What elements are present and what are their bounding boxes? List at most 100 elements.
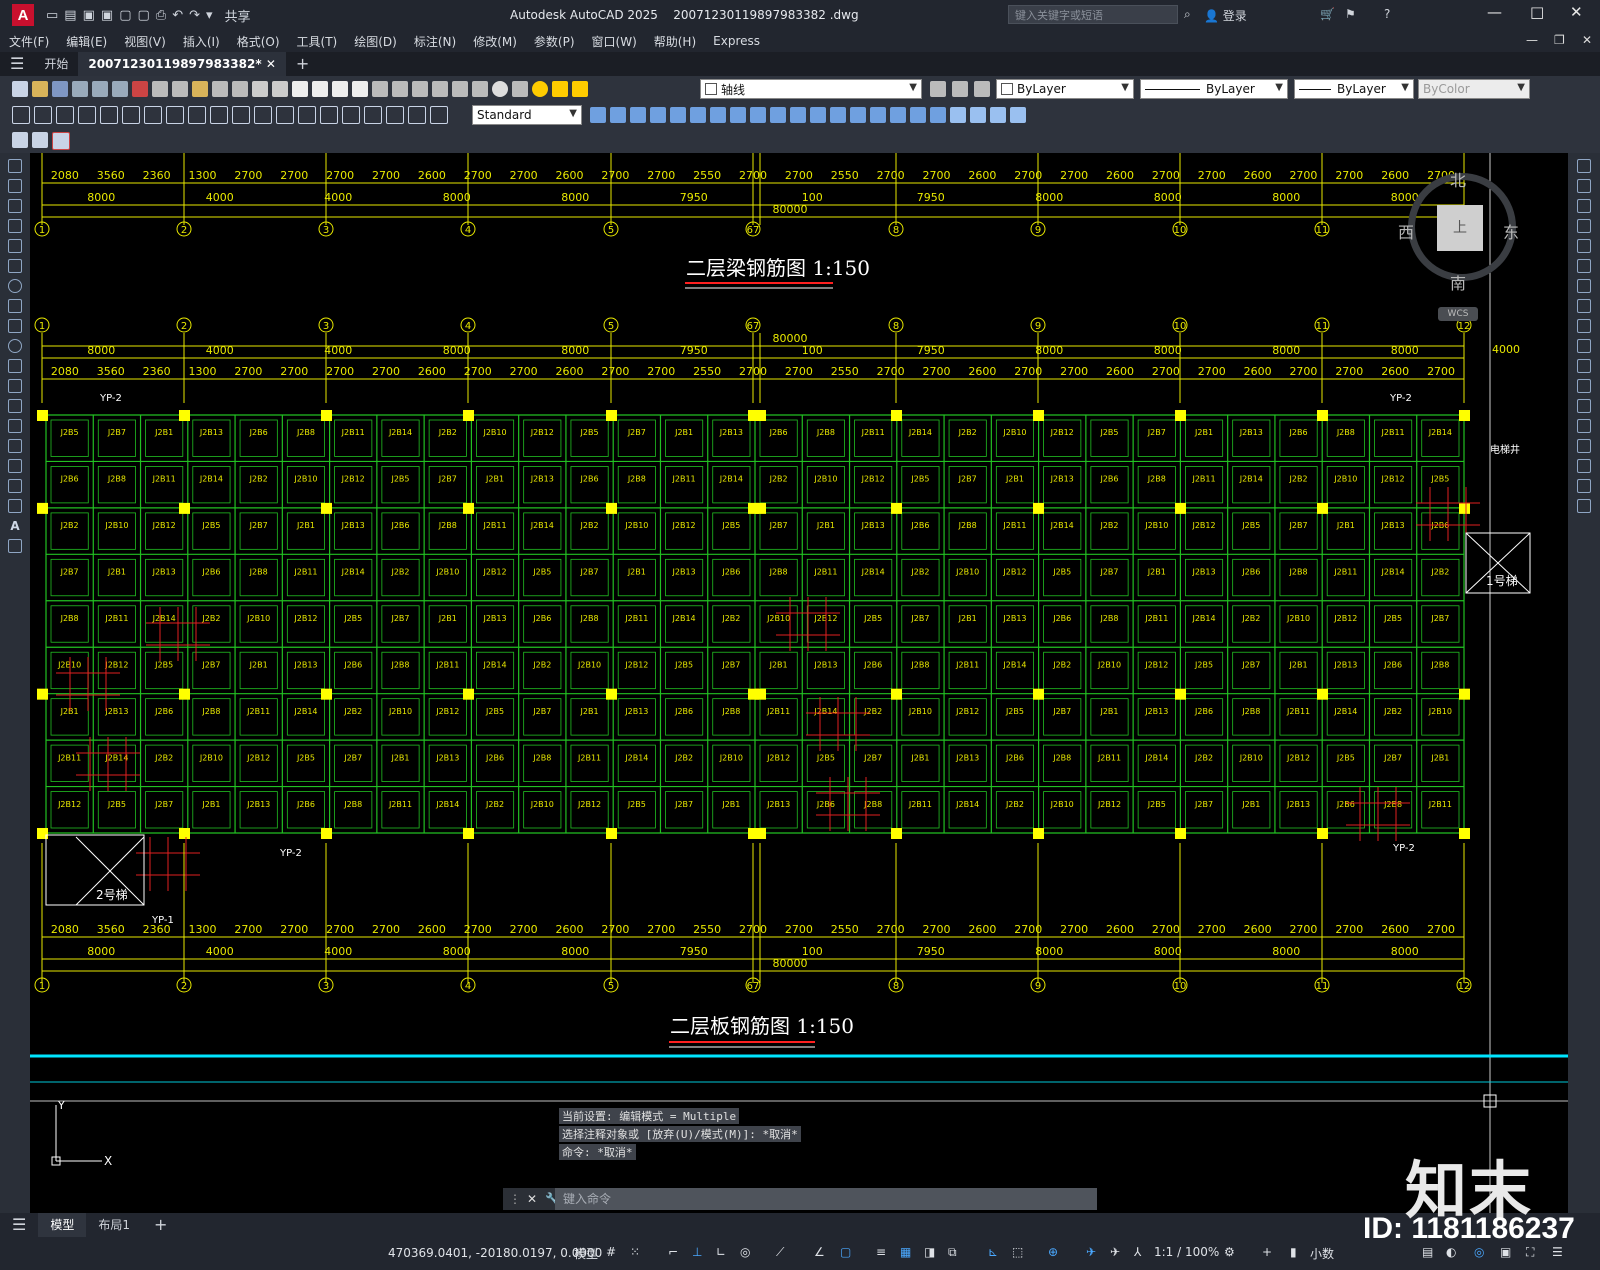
viewcube-south[interactable]: 南 — [1450, 270, 1466, 294]
update-fields-icon[interactable] — [52, 131, 70, 150]
selection-filter-icon[interactable]: ⬚ — [1012, 1245, 1023, 1259]
copy-icon[interactable] — [172, 81, 188, 97]
block-editor-icon[interactable] — [232, 81, 248, 97]
blend-curves-icon[interactable] — [1577, 479, 1591, 493]
pan-icon[interactable] — [292, 81, 308, 97]
inspect-icon[interactable] — [342, 106, 360, 124]
quick-properties-icon[interactable]: ▤ — [1422, 1245, 1433, 1259]
fillet-icon[interactable] — [1577, 459, 1591, 473]
help-tool-icon[interactable] — [492, 81, 508, 97]
object-snap-tracking-icon[interactable]: ∠ — [814, 1245, 825, 1259]
customize-qa-icon[interactable]: ▾ — [206, 8, 213, 23]
clean-screen-icon[interactable]: ⛶ — [1526, 1245, 1534, 1260]
sheetset-icon[interactable] — [432, 81, 448, 97]
3d-osnap-icon[interactable]: ⧉ — [948, 1245, 957, 1260]
presspull-icon[interactable] — [970, 107, 986, 123]
ordinate-dim-icon[interactable] — [78, 106, 96, 124]
baseline-dim-icon[interactable] — [210, 106, 228, 124]
units-value[interactable]: 小数 — [1310, 1245, 1334, 1262]
tab-document[interactable]: 20071230119897983382* ✕ — [78, 52, 286, 76]
gizmo-icon[interactable]: ⊕ — [1048, 1245, 1058, 1259]
scale-icon[interactable] — [1577, 299, 1591, 313]
publish-icon[interactable] — [112, 81, 128, 97]
drawing-canvas[interactable]: 2080 3560 2360 1300 2700 2700 2700 2700 2600 2700… — [30, 153, 1568, 1213]
dim-edit-icon[interactable] — [386, 106, 404, 124]
annotation-scale-icon[interactable]: ⅄ — [1134, 1245, 1141, 1259]
open-file-icon[interactable]: ▤ — [64, 8, 76, 23]
move-faces-icon[interactable] — [670, 107, 686, 123]
radius-dim-icon[interactable] — [100, 106, 118, 124]
menu-modify[interactable]: 修改(M) — [473, 33, 517, 50]
viewcube-top-face[interactable]: 上 — [1437, 205, 1483, 251]
doc-restore-icon[interactable]: ❐ — [1554, 33, 1565, 47]
offset-faces-icon[interactable] — [690, 107, 706, 123]
clean-icon[interactable] — [870, 107, 886, 123]
autocad-logo-icon[interactable]: A — [12, 4, 34, 26]
ellipse-arc-icon[interactable] — [8, 359, 22, 373]
insert-block-icon[interactable] — [8, 379, 22, 393]
intersect-icon[interactable] — [630, 107, 646, 123]
continue-dim-icon[interactable] — [232, 106, 250, 124]
close-icon[interactable]: ✕ — [1570, 3, 1583, 21]
dim-style-dropdown[interactable]: Standard ▼ — [472, 105, 582, 125]
customization-icon[interactable]: ☰ — [1552, 1245, 1563, 1259]
menu-dimension[interactable]: 标注(N) — [414, 33, 456, 50]
wcs-menu[interactable]: WCS — [1438, 307, 1478, 321]
open-icon[interactable] — [32, 81, 48, 97]
dynamic-input-icon[interactable]: ⊥ — [692, 1245, 702, 1259]
redo-tool-icon[interactable] — [272, 81, 288, 97]
object-snap-icon[interactable]: ▢ — [840, 1245, 851, 1259]
undo-icon[interactable]: ↶ — [172, 8, 183, 23]
search-input[interactable]: 键入关键字或短语 — [1008, 5, 1178, 24]
check-icon[interactable] — [930, 107, 946, 123]
chamfer-icon[interactable] — [1577, 439, 1591, 453]
menu-window[interactable]: 窗口(W) — [592, 33, 637, 50]
viewcube-east[interactable]: 东 — [1503, 219, 1519, 243]
search-icon[interactable]: ⌕ — [1184, 7, 1191, 22]
transparency-icon[interactable]: ▦ — [900, 1245, 911, 1259]
command-input[interactable]: 键入命令 — [555, 1188, 1097, 1210]
hamburger-icon[interactable]: ☰ — [0, 52, 34, 76]
construction-line-icon[interactable] — [8, 179, 22, 193]
save-as-icon[interactable]: ▣ — [101, 8, 113, 23]
tolerance-icon[interactable] — [298, 106, 316, 124]
quick-dim-icon[interactable] — [188, 106, 206, 124]
tab-close-icon[interactable]: ✕ — [266, 57, 276, 71]
login-button[interactable]: 👤 登录 — [1204, 7, 1247, 24]
copy-faces-icon[interactable] — [770, 107, 786, 123]
copy-edges-icon[interactable] — [810, 107, 826, 123]
thicken-icon[interactable] — [1010, 107, 1026, 123]
menu-view[interactable]: 视图(V) — [124, 33, 166, 50]
offset-icon[interactable] — [1577, 219, 1591, 233]
lineweight-icon[interactable]: ≡ — [876, 1245, 886, 1259]
3dprint-icon[interactable] — [132, 81, 148, 97]
infer-constraints-icon[interactable]: ⌐ — [668, 1245, 678, 1259]
zoom-previous-icon[interactable] — [352, 81, 368, 97]
tab-model[interactable]: 模型 — [38, 1213, 87, 1237]
undo-tool-icon[interactable] — [252, 81, 268, 97]
circle-icon[interactable] — [8, 279, 22, 293]
menu-express[interactable]: Express — [713, 34, 760, 48]
polyline-icon[interactable] — [8, 199, 22, 213]
model-space-button[interactable]: 模型 — [574, 1245, 598, 1262]
imprint-icon[interactable] — [850, 107, 866, 123]
make-block-icon[interactable] — [8, 399, 22, 413]
dim-update-icon[interactable] — [430, 106, 448, 124]
tool-palettes-icon[interactable] — [412, 81, 428, 97]
maximize-icon[interactable]: □ — [1530, 3, 1544, 21]
gradient-icon[interactable] — [8, 459, 22, 473]
units-icon[interactable]: ▮ — [1290, 1245, 1297, 1259]
lock-ui-icon[interactable]: ◐ — [1446, 1245, 1456, 1259]
new-tab-icon[interactable]: + — [286, 52, 319, 76]
color-faces-icon[interactable] — [790, 107, 806, 123]
spline-icon[interactable] — [8, 319, 22, 333]
aligned-dim-icon[interactable] — [34, 106, 52, 124]
design-center-icon[interactable] — [392, 81, 408, 97]
match-prop-icon[interactable] — [212, 81, 228, 97]
coordinate-readout[interactable]: 470369.0401, -20180.0197, 0.0000 — [388, 1246, 602, 1260]
menu-tools[interactable]: 工具(T) — [297, 33, 338, 50]
explode-icon[interactable] — [1577, 499, 1591, 513]
center-mark-icon[interactable] — [320, 106, 338, 124]
extend-icon[interactable] — [1577, 359, 1591, 373]
save-icon[interactable]: ▣ — [83, 8, 95, 23]
